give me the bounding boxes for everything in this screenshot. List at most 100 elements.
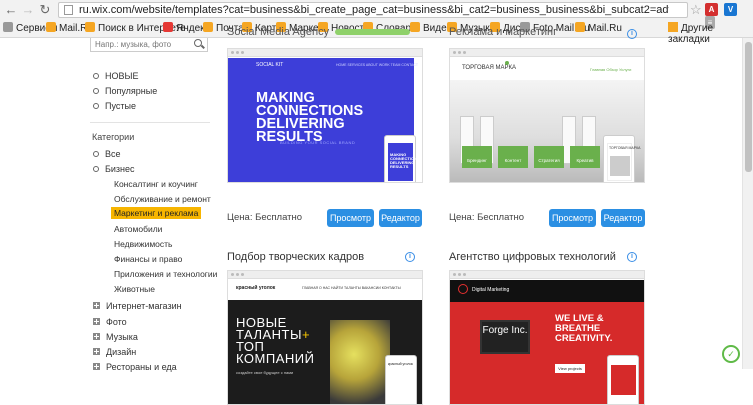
- subcategory-realty[interactable]: Недвижимость: [114, 239, 172, 249]
- expand-icon: [93, 302, 100, 309]
- scrollbar-thumb[interactable]: [745, 42, 752, 172]
- info-icon[interactable]: i: [405, 252, 415, 262]
- template-preview[interactable]: SOCIAL KIT HOME SERVICES ABOUT WORK TEAM…: [227, 48, 423, 183]
- mailru-icon: [46, 22, 56, 32]
- sidebar: НОВЫЕ Популярные Пустые Категории Все Би…: [80, 38, 217, 372]
- preview-photo: [330, 320, 390, 404]
- template-card: Агентство цифровых технологий i Digital …: [449, 251, 645, 405]
- preview-tile: Брендинг: [462, 146, 492, 168]
- divider: [90, 122, 210, 123]
- category-music[interactable]: Музыка: [93, 332, 138, 342]
- template-title: Реклама и маркетинг: [449, 26, 558, 38]
- filter-popular[interactable]: Популярные: [93, 86, 157, 96]
- brand-dot: [505, 61, 509, 65]
- preview-nav: ГЛАВНАЯ О НАС НАЙТИ ТАЛАНТЫ ВАКАНСИИ КОН…: [302, 286, 401, 290]
- category-design[interactable]: Дизайн: [93, 347, 136, 357]
- mobile-preview: [607, 355, 639, 404]
- price-label: Цена: Бесплатно: [227, 212, 303, 223]
- radio-icon: [93, 103, 99, 109]
- preview-brand: красный уголок: [236, 285, 276, 291]
- expand-icon: [93, 318, 100, 325]
- price-label: Цена: Бесплатно: [449, 212, 525, 223]
- preview-header: ТОРГОВАЯ МАРКА Главная Обзор Услуги: [450, 58, 644, 80]
- page-icon: [64, 5, 73, 15]
- template-title: Агентство цифровых технологий: [449, 251, 616, 263]
- folder-icon: [668, 22, 678, 32]
- preview-logo: SOCIAL KIT: [256, 62, 284, 68]
- filter-new[interactable]: НОВЫЕ: [93, 71, 138, 81]
- categories-heading: Категории: [92, 132, 135, 142]
- template-title: Social Media Agency: [227, 26, 330, 38]
- preview-toolbar: [228, 271, 422, 279]
- collapse-icon: [93, 166, 99, 172]
- other-bookmarks[interactable]: Другие закладки: [668, 22, 753, 45]
- view-button[interactable]: Просмотр: [549, 209, 596, 227]
- preview-subtitle: создайте свое будущее с нами: [236, 370, 294, 375]
- preview-toolbar: [450, 49, 644, 57]
- extension-icon[interactable]: V: [724, 3, 738, 16]
- preview-nav: HOME SERVICES ABOUT WORK TEAM CONTACT: [336, 63, 419, 67]
- template-preview[interactable]: красный уголок ГЛАВНАЯ О НАС НАЙТИ ТАЛАН…: [227, 270, 423, 405]
- back-icon[interactable]: ←: [4, 3, 18, 17]
- folder-icon: [203, 22, 213, 32]
- search-icon[interactable]: [194, 39, 202, 47]
- search-input[interactable]: [95, 38, 191, 50]
- subcategory-service[interactable]: Обслуживание и ремонт: [114, 194, 211, 204]
- preview-subtitle: BUILDING YOUR SOCIAL BRAND: [280, 140, 356, 145]
- preview-headline: MAKING CONNECTIONS DELIVERING RESULTS: [256, 90, 364, 145]
- mobile-brand: ТОРГОВАЯ МАРКА: [609, 146, 641, 150]
- edit-button[interactable]: Редактор: [601, 209, 645, 227]
- preview-tile: Креатив: [570, 146, 600, 168]
- preview-headline: WE LIVE & BREATHE CREATIVITY.: [555, 313, 613, 344]
- template-search[interactable]: [90, 38, 208, 52]
- preview-logo: [458, 284, 468, 294]
- edit-button[interactable]: Редактор: [379, 209, 422, 227]
- mobile-preview: красный уголок: [385, 355, 417, 404]
- preview-tile: Стратегия: [534, 146, 564, 168]
- view-button[interactable]: Просмотр: [327, 209, 374, 227]
- new-badge: [335, 29, 410, 35]
- template-card: Реклама и маркетинг i ТОРГОВАЯ МАРКА Гла…: [449, 26, 645, 236]
- preview-brand: ТОРГОВАЯ МАРКА: [462, 65, 516, 71]
- template-card: Social Media Agency SOCIAL KIT HOME SERV…: [227, 26, 423, 236]
- preview-laptop: Forge Inc.: [480, 320, 530, 354]
- info-icon[interactable]: i: [627, 252, 637, 262]
- extension-icons: A V ≡: [705, 3, 753, 29]
- subcategory-apps[interactable]: Приложения и технологии: [114, 269, 217, 279]
- preview-brand: Digital Marketing: [472, 287, 510, 293]
- subcategory-pets[interactable]: Животные: [114, 284, 155, 294]
- category-photo[interactable]: Фото: [93, 317, 127, 327]
- template-card: Подбор творческих кадров i красный уголо…: [227, 251, 423, 405]
- apps-icon: [3, 22, 13, 32]
- preview-headline: НОВЫЕ ТАЛАНТЫ+ ТОП КОМПАНИЙ: [236, 315, 315, 366]
- subcategory-marketing[interactable]: Маркетинг и реклама: [111, 207, 202, 219]
- template-preview[interactable]: Digital Marketing Forge Inc. WE LIVE & B…: [449, 270, 645, 405]
- radio-icon: [93, 73, 99, 79]
- yandex-icon: [163, 22, 173, 32]
- subcategory-consulting[interactable]: Консалтинг и коучинг: [114, 179, 198, 189]
- subcategory-finance[interactable]: Финансы и право: [114, 254, 182, 264]
- search-bookmark-icon: [85, 22, 95, 32]
- filter-blank[interactable]: Пустые: [93, 101, 136, 111]
- forward-icon[interactable]: →: [21, 3, 35, 17]
- template-preview[interactable]: ТОРГОВАЯ МАРКА Главная Обзор Услуги Брен…: [449, 48, 645, 183]
- category-all[interactable]: Все: [93, 149, 121, 159]
- scrollbar[interactable]: [742, 38, 753, 369]
- mobile-brand: красный уголок: [388, 362, 413, 366]
- mobile-headline: MAKING CONNECTIONS DELIVERING RESULTS: [390, 152, 420, 169]
- reload-icon[interactable]: ↻: [38, 3, 52, 17]
- extension-icon[interactable]: A: [705, 3, 718, 16]
- preview-tile: Контент: [498, 146, 528, 168]
- shield-icon[interactable]: ✓: [722, 345, 740, 363]
- url-text: ru.wix.com/website/templates?cat=busines…: [79, 4, 669, 16]
- category-business[interactable]: Бизнес: [93, 164, 135, 174]
- mobile-preview: ТОРГОВАЯ МАРКА: [603, 135, 640, 182]
- subcategory-auto[interactable]: Автомобили: [114, 224, 162, 234]
- info-icon[interactable]: i: [627, 29, 637, 39]
- bookmark-star-icon[interactable]: ☆: [690, 2, 702, 18]
- category-restaurants[interactable]: Рестораны и еда: [93, 362, 177, 372]
- category-store[interactable]: Интернет-магазин: [93, 301, 182, 311]
- mobile-preview: MAKING CONNECTIONS DELIVERING RESULTS: [384, 135, 420, 182]
- preview-nav: Главная Обзор Услуги: [590, 67, 632, 72]
- address-bar[interactable]: ru.wix.com/website/templates?cat=busines…: [58, 2, 688, 18]
